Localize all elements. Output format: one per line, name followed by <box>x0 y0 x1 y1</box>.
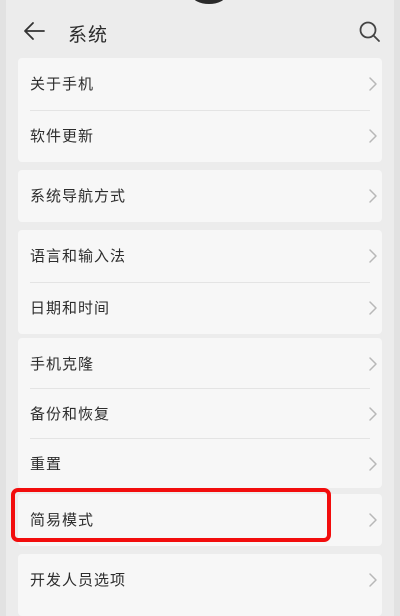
search-button[interactable] <box>356 18 384 46</box>
page-title: 系统 <box>68 24 109 46</box>
settings-item-label: 开发人员选项 <box>30 571 127 589</box>
settings-item-reset[interactable]: 重置 <box>18 438 382 488</box>
settings-item-backup-restore[interactable]: 备份和恢复 <box>18 388 382 440</box>
chevron-right-icon <box>369 407 377 421</box>
settings-group-4: 手机克隆 备份和恢复 重置 <box>18 338 382 488</box>
back-button[interactable] <box>20 16 50 46</box>
chevron-right-icon <box>369 129 377 143</box>
settings-group-5: 简易模式 <box>18 494 382 546</box>
chevron-right-icon <box>369 301 377 315</box>
app-header: 系统 <box>6 0 394 66</box>
settings-group-1: 关于手机 软件更新 <box>18 58 382 162</box>
settings-item-date-time[interactable]: 日期和时间 <box>18 282 382 334</box>
settings-item-label: 手机克隆 <box>30 355 95 373</box>
settings-group-6: 开发人员选项 <box>18 554 382 616</box>
settings-item-label: 重置 <box>30 455 63 473</box>
settings-group-3: 语言和输入法 日期和时间 <box>18 230 382 334</box>
chevron-right-icon <box>369 357 377 371</box>
settings-item-label: 语言和输入法 <box>30 247 127 265</box>
chevron-right-icon <box>369 513 377 527</box>
settings-item-about-phone[interactable]: 关于手机 <box>18 58 382 110</box>
search-icon <box>359 21 380 42</box>
chevron-right-icon <box>369 457 377 471</box>
settings-item-label: 备份和恢复 <box>30 405 111 423</box>
settings-item-simple-mode[interactable]: 简易模式 <box>18 494 382 546</box>
settings-group-2: 系统导航方式 <box>18 170 382 222</box>
settings-item-developer-options[interactable]: 开发人员选项 <box>18 554 382 606</box>
settings-item-label: 软件更新 <box>30 127 95 145</box>
settings-item-label: 简易模式 <box>30 511 95 529</box>
settings-item-software-update[interactable]: 软件更新 <box>18 110 382 162</box>
settings-item-label: 关于手机 <box>30 75 95 93</box>
settings-item-phone-clone[interactable]: 手机克隆 <box>18 338 382 390</box>
settings-item-language-input[interactable]: 语言和输入法 <box>18 230 382 282</box>
chevron-right-icon <box>369 189 377 203</box>
settings-item-label: 日期和时间 <box>30 299 111 317</box>
chevron-right-icon <box>369 249 377 263</box>
arrow-left-icon <box>24 22 45 40</box>
chevron-right-icon <box>369 77 377 91</box>
chevron-right-icon <box>369 573 377 587</box>
settings-item-label: 系统导航方式 <box>30 187 127 205</box>
settings-item-navigation-mode[interactable]: 系统导航方式 <box>18 170 382 222</box>
phone-screen: 系统 关于手机 软件更新 系统导航方式 语言和输入法 日期和时间 手机克隆 备份… <box>6 0 394 616</box>
